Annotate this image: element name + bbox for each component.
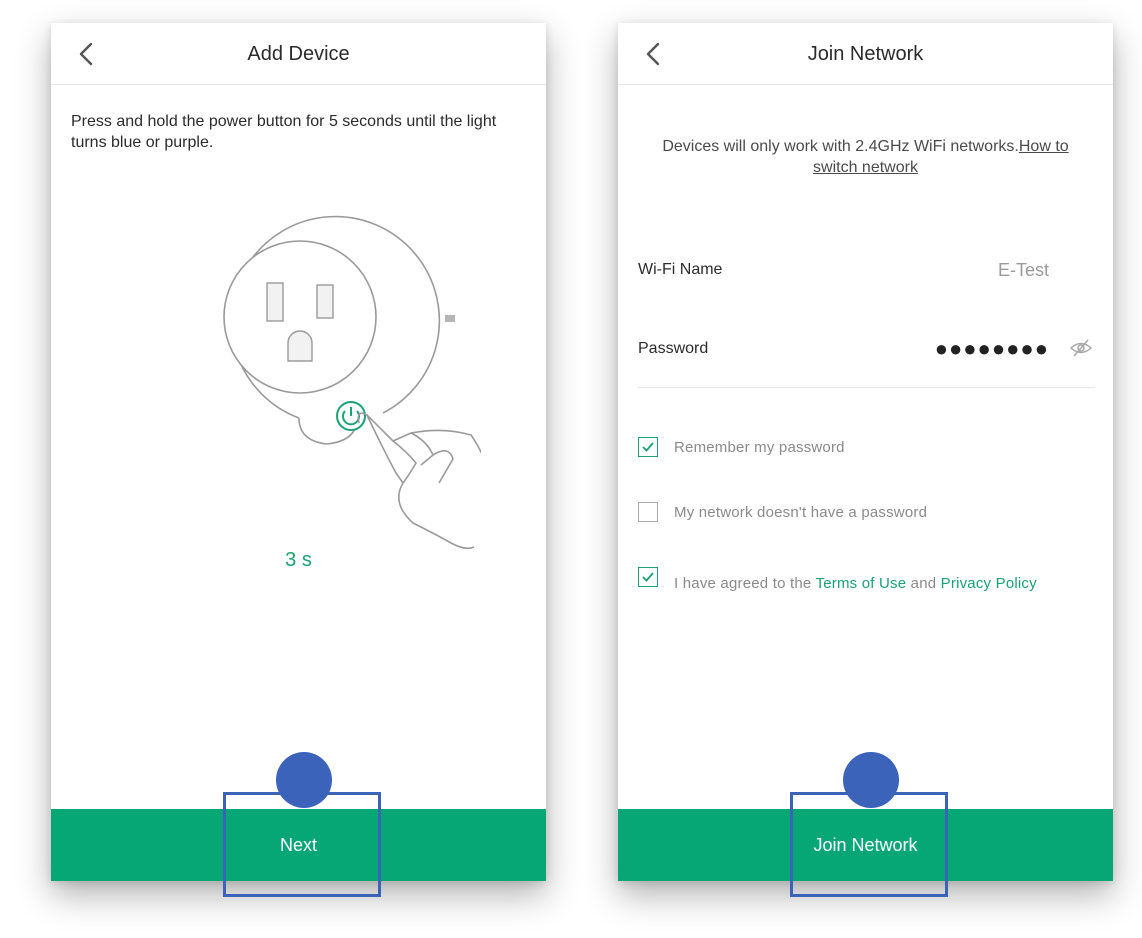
checkmark-icon [642,442,654,452]
smart-plug-illustration-icon [223,215,481,550]
page-title: Join Network [807,43,924,65]
remember-password-option[interactable]: Remember my password [638,435,1103,459]
no-password-label: My network doesn't have a password [674,503,928,521]
no-password-checkbox[interactable] [638,502,658,522]
remember-checkbox[interactable] [638,437,658,457]
page-title: Add Device [247,43,350,65]
nav-bar: Join Network [618,23,1113,85]
remember-label: Remember my password [674,438,845,456]
divider [638,387,1095,388]
tap-indicator [843,752,899,808]
tap-indicator [276,752,332,808]
countdown-timer: 3 s [285,549,312,571]
agree-prefix: I have agreed to the [674,574,816,592]
wifi-name-label: Wi-Fi Name [638,261,723,278]
instruction-text: Press and hold the power button for 5 se… [71,113,497,151]
wifi-name-field[interactable]: E-Test [998,260,1049,281]
agree-checkbox[interactable] [638,567,658,587]
password-field[interactable]: ●●●●●●●● [935,336,1049,362]
agree-and: and [906,574,941,592]
no-password-option[interactable]: My network doesn't have a password [638,500,1103,524]
notice-text: Devices will only work with 2.4GHz WiFi … [662,138,1019,155]
nav-bar: Add Device [51,23,546,85]
terms-of-use-link[interactable]: Terms of Use [816,575,907,592]
password-label: Password [638,340,709,357]
agree-terms-option[interactable]: I have agreed to the Terms of Use and Pr… [638,565,1103,592]
checkmark-icon [642,572,654,582]
privacy-policy-link[interactable]: Privacy Policy [941,575,1037,592]
eye-hidden-icon[interactable] [1069,338,1093,358]
agree-label: I have agreed to the Terms of Use and Pr… [674,575,1037,592]
wifi-notice: Devices will only work with 2.4GHz WiFi … [638,136,1093,178]
